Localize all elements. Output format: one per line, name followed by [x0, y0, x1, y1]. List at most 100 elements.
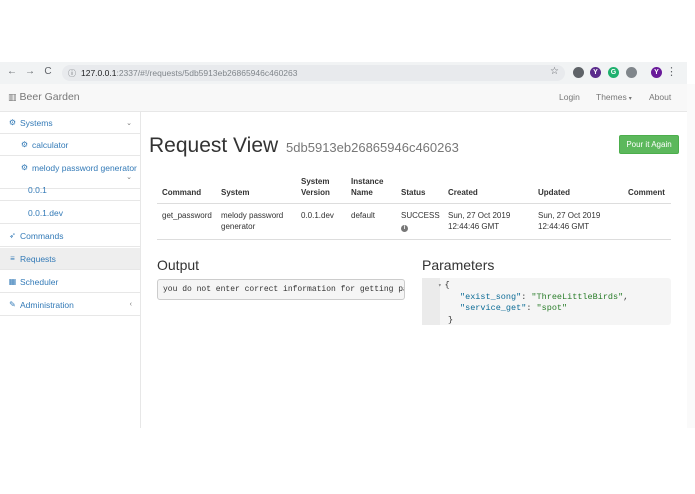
- cog-icon: ⚙: [20, 163, 29, 172]
- sidebar-item-version-001-dev[interactable]: 0.0.1.dev: [0, 202, 140, 224]
- col-header-text: Command: [162, 188, 202, 197]
- table-header: Command System System Version Instance Nam…: [157, 174, 671, 204]
- parameters-editor: ▾{ "exist_song": "ThreeLittleBirds", "se…: [422, 278, 671, 325]
- col-header-command: Command: [162, 187, 201, 198]
- code-brace: {: [444, 280, 450, 290]
- col-header-text: Comment: [628, 188, 665, 197]
- chevron-down-icon: ⌄: [126, 119, 132, 127]
- col-header-text: Status: [401, 188, 426, 197]
- col-header-text: Version: [301, 188, 330, 197]
- ext-icon-3[interactable]: G: [608, 67, 619, 78]
- chevron-left-icon: ‹: [129, 301, 132, 308]
- browser-menu-icon[interactable]: ⋮: [666, 65, 677, 78]
- sidebar-item-label: 0.0.1.dev: [28, 207, 63, 218]
- code-line: "service_get": "spot": [460, 303, 568, 313]
- table-row: get_password melody password generator 0.…: [157, 204, 671, 240]
- sidebar-item-version-001[interactable]: 0.0.1: [0, 179, 140, 201]
- sidebar-item-requests[interactable]: ≡ Requests: [0, 248, 140, 270]
- cell-created: Sun, 27 Oct 2019 12:44:46 GMT: [448, 210, 510, 232]
- beer-mug-icon: ▥: [8, 91, 17, 102]
- brand-label: Beer Garden: [19, 91, 80, 103]
- code-sep: ,: [623, 291, 629, 302]
- themes-label: Themes: [596, 92, 627, 102]
- wrench-icon: ✎: [9, 300, 16, 309]
- sidebar-item-label: Administration: [20, 299, 74, 310]
- sidebar-item-label: calculator: [32, 139, 69, 150]
- sidebar-item-label: Requests: [20, 253, 56, 264]
- col-header-updated: Updated: [538, 187, 570, 198]
- fold-toggle-icon[interactable]: ▾: [438, 282, 442, 289]
- pour-it-again-button[interactable]: Pour it Again: [619, 135, 679, 154]
- url-path: :2337/#!/requests/5db5913eb26865946c4602…: [116, 68, 298, 78]
- ext-icon-4[interactable]: [626, 67, 637, 78]
- output-heading: Output: [157, 257, 200, 273]
- app-navbar: ▥ Beer Garden Login Themes ▾ About: [0, 84, 687, 112]
- cell-text: 12:44:46 GMT: [538, 222, 590, 231]
- cell-text: 12:44:46 GMT: [448, 222, 500, 231]
- main-content: Request View 5db5913eb26865946c460263 Po…: [141, 112, 687, 428]
- code-line: "exist_song": "ThreeLittleBirds",: [460, 291, 629, 302]
- sidebar-item-label: Scheduler: [20, 276, 59, 287]
- parameters-heading: Parameters: [422, 257, 495, 273]
- col-header-text: System: [301, 177, 330, 186]
- sidebar-item-label: Systems: [20, 117, 53, 128]
- browser-toolbar: ← → C ⓘ 127.0.0.1:2337/#!/requests/5db59…: [0, 62, 687, 84]
- bookmark-star-icon[interactable]: ☆: [550, 66, 559, 77]
- page-title-text: Request View: [149, 134, 279, 157]
- param-key: "service_get": [460, 303, 527, 313]
- output-box: you do not enter correct information for…: [157, 279, 405, 300]
- sidebar-item-scheduler[interactable]: ▦ Scheduler: [0, 271, 140, 293]
- calendar-icon: ▦: [8, 277, 17, 286]
- ext-icon-1[interactable]: [573, 67, 584, 78]
- reload-icon[interactable]: C: [40, 66, 56, 77]
- code-line: ▾{: [438, 280, 628, 292]
- code-line: }: [438, 315, 628, 327]
- col-header-text: Updated: [538, 188, 570, 197]
- themes-dropdown[interactable]: Themes ▾: [596, 92, 632, 102]
- sidebar-item-label: melody password generator: [32, 163, 137, 173]
- paper-plane-icon: ➶: [9, 231, 16, 240]
- param-key: "exist_song": [460, 291, 522, 302]
- col-header-created: Created: [448, 187, 478, 198]
- request-id: 5db5913eb26865946c460263: [286, 140, 459, 155]
- cell-text: Sun, 27 Oct 2019: [538, 211, 601, 220]
- profile-avatar[interactable]: Y: [651, 67, 662, 78]
- site-info-icon[interactable]: ⓘ: [68, 68, 76, 79]
- sidebar-item-systems[interactable]: ⚙ Systems ⌄: [0, 112, 140, 134]
- forward-icon[interactable]: →: [22, 66, 38, 77]
- col-header-comment: Comment: [628, 187, 665, 198]
- param-value: "spot": [536, 303, 568, 313]
- cell-text: generator: [221, 222, 256, 231]
- window-edge: [687, 84, 695, 428]
- cog-icon: ⚙: [20, 140, 29, 149]
- col-header-text: Instance: [351, 177, 384, 186]
- cell-text: Sun, 27 Oct 2019: [448, 211, 511, 220]
- about-link[interactable]: About: [649, 92, 671, 102]
- param-value: "ThreeLittleBirds": [531, 291, 624, 302]
- parameters-code: ▾{ "exist_song": "ThreeLittleBirds", "se…: [438, 280, 628, 326]
- back-icon[interactable]: ←: [4, 66, 20, 77]
- col-header-text: Name: [351, 188, 373, 197]
- cogs-icon: ⚙: [8, 118, 17, 127]
- col-header-text: System: [221, 188, 250, 197]
- cell-command: get_password: [162, 211, 212, 220]
- login-link[interactable]: Login: [559, 92, 580, 102]
- info-circle-icon[interactable]: i: [401, 225, 408, 232]
- url-host: 127.0.0.1: [81, 68, 117, 78]
- sidebar-item-calculator[interactable]: ⚙ calculator: [0, 134, 140, 156]
- sidebar-item-administration[interactable]: ✎ Administration ‹: [0, 294, 140, 316]
- brand[interactable]: ▥ Beer Garden: [8, 91, 80, 103]
- address-bar[interactable]: ⓘ 127.0.0.1:2337/#!/requests/5db5913eb26…: [62, 65, 565, 81]
- sidebar: ⚙ Systems ⌄ ⚙ calculator ⚙ melody passwo…: [0, 112, 141, 428]
- status-text: SUCCESS: [401, 211, 440, 220]
- ext-icon-2[interactable]: Y: [590, 67, 601, 78]
- col-header-instance-name: Instance Name: [351, 176, 383, 198]
- cell-updated: Sun, 27 Oct 2019 12:44:46 GMT: [538, 210, 600, 232]
- sidebar-item-label: Commands: [20, 230, 64, 241]
- sidebar-item-label: 0.0.1: [28, 184, 47, 195]
- cell-instance-name: default: [351, 211, 376, 220]
- cell-status: SUCCESS i: [401, 210, 440, 232]
- sidebar-item-commands[interactable]: ➶ Commands: [0, 225, 140, 247]
- caret-down-icon: ▾: [628, 96, 632, 102]
- code-brace: }: [448, 314, 454, 325]
